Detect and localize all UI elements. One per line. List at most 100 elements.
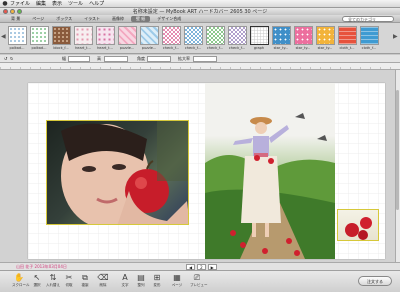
height-label: 高	[97, 56, 101, 61]
tool-label: 整列	[137, 283, 145, 287]
tab-image-frame[interactable]: 画像枠	[107, 16, 129, 22]
apple-icon[interactable]: ●	[0, 0, 10, 7]
property-toolbar: ↺ ↻ 幅 高 角度 拡大率	[0, 55, 400, 63]
menu-item-help[interactable]: ヘルプ	[89, 0, 104, 7]
pattern-tile-label: check_f...	[228, 46, 246, 50]
tool-button[interactable]: ↖ 選択	[30, 273, 44, 288]
horizontal-ruler	[0, 63, 400, 70]
zoom-window-button[interactable]	[17, 9, 22, 14]
pattern-tile[interactable]	[206, 26, 225, 45]
tool-button[interactable]: ⌫ 削除	[96, 273, 110, 288]
pattern-tile-label: polkad...	[31, 46, 47, 50]
order-button[interactable]: 注文する	[358, 276, 392, 286]
tool-label: 切取	[65, 283, 73, 287]
pattern-tile[interactable]	[250, 26, 269, 45]
pattern-tile[interactable]	[228, 26, 247, 45]
tool-button[interactable]: ▦ ページ	[170, 273, 184, 288]
angle-field[interactable]	[147, 56, 171, 62]
tab-page[interactable]: ページ	[27, 16, 49, 22]
height-field[interactable]	[104, 56, 128, 62]
tool-button[interactable]: ⎚ プレビュー	[190, 273, 208, 288]
align-tool-icon: ▤	[137, 273, 145, 282]
pattern-tile-label: check_f...	[162, 46, 180, 50]
page-spread[interactable]	[28, 83, 385, 259]
rotate-right-icon[interactable]: ↻	[10, 56, 13, 62]
pattern-tile-label: puzzle...	[119, 46, 135, 50]
pattern-tile-label: heart_t...	[97, 46, 113, 50]
photo-apples-image	[345, 217, 372, 240]
width-field[interactable]	[68, 56, 90, 62]
category-filter-select[interactable]: 全てのカテゴリ	[342, 16, 394, 22]
pattern-tile[interactable]	[118, 26, 137, 45]
pattern-tile[interactable]	[52, 26, 71, 45]
pattern-tile[interactable]	[30, 26, 49, 45]
scale-field[interactable]	[193, 56, 217, 62]
tool-button[interactable]: ⇅ 入れ替え	[46, 273, 60, 288]
tool-button[interactable]: ▤ 整列	[134, 273, 148, 288]
pattern-tile[interactable]	[140, 26, 159, 45]
pattern-tile[interactable]	[96, 26, 115, 45]
close-window-button[interactable]	[3, 9, 8, 14]
tab-design-composite[interactable]: デザイン合成	[152, 16, 186, 22]
tool-label: 削除	[99, 283, 107, 287]
photo-girl-in-field[interactable]	[205, 83, 335, 259]
select-tool-icon: ↖	[33, 273, 41, 282]
pattern-tile[interactable]	[162, 26, 181, 45]
bottom-toolbar: ✋ スクロール ↖ 選択 ⇅ 入れ替え ✂ 切取 ⧉ 複製 ⌫ 削除 A 文字 ▤ 整列 ⊞ 変形 ▦ ページ ⎚ プレビ…	[0, 270, 400, 292]
menubar: ● ファイル 編集 表示 ツール ヘルプ	[0, 0, 400, 8]
photo-apples-thumbnail[interactable]	[337, 209, 379, 241]
pattern-tile[interactable]	[316, 26, 335, 45]
strip-right-arrow-icon[interactable]: ▶	[393, 33, 398, 40]
tool-button[interactable]: ✂ 切取	[62, 273, 76, 288]
tab-background[interactable]: 背 景	[6, 16, 25, 22]
text-tool-icon: A	[122, 273, 128, 282]
tool-label: 選択	[33, 283, 41, 287]
vertical-scrollbar[interactable]	[395, 70, 400, 262]
window-controls	[3, 9, 22, 14]
pattern-tile[interactable]	[184, 26, 203, 45]
tool-button[interactable]: ⊞ 変形	[150, 273, 164, 288]
pattern-tile[interactable]	[338, 26, 357, 45]
tab-box[interactable]: ボックス	[51, 16, 77, 22]
vertical-scroll-thumb[interactable]	[396, 90, 399, 210]
scale-label: 拡大率	[178, 56, 190, 61]
tool-button[interactable]: A 文字	[118, 273, 132, 288]
tool-label: 複製	[81, 283, 89, 287]
pattern-tile-label: star_ty...	[273, 46, 289, 50]
tool-button[interactable]: ✋ スクロール	[12, 273, 30, 288]
menu-item-tools[interactable]: ツール	[68, 0, 83, 7]
pattern-tile[interactable]	[360, 26, 379, 45]
rotate-left-icon[interactable]: ↺	[4, 56, 7, 62]
category-tabs: 背 景 ページ ボックス イラスト 画像枠 壁 紙 デザイン合成 全てのカテゴリ	[0, 15, 400, 23]
pattern-tile-label: puzzle...	[141, 46, 157, 50]
window-titlebar: 名称未設定 — MyBook ART ハードカバー 2605 30 ページ	[0, 8, 400, 15]
pattern-tile[interactable]	[8, 26, 27, 45]
tool-button[interactable]: ⧉ 複製	[78, 273, 92, 288]
pattern-tile[interactable]	[272, 26, 291, 45]
menu-item-edit[interactable]: 編集	[36, 0, 46, 7]
page-tool-icon: ▦	[173, 273, 181, 282]
strip-left-arrow-icon[interactable]: ◀	[1, 33, 6, 40]
menu-item-file[interactable]: ファイル	[10, 0, 30, 7]
photo-girl-in-field-image	[205, 113, 335, 259]
tool-label: プレビュー	[190, 283, 208, 287]
pattern-tile-label: cloth_f...	[361, 46, 377, 50]
pattern-tile-label: cloth_t...	[339, 46, 355, 50]
menu-item-view[interactable]: 表示	[52, 0, 62, 7]
tool-label: 変形	[153, 283, 161, 287]
photo-girl-with-apple-image	[61, 121, 188, 224]
pattern-tile-label: star_ty...	[317, 46, 333, 50]
pattern-tile-label: polkad...	[9, 46, 25, 50]
tab-wallpaper[interactable]: 壁 紙	[131, 15, 151, 22]
preview-tool-icon: ⎚	[193, 273, 201, 282]
pattern-tile-label: block_f...	[53, 46, 69, 50]
minimize-window-button[interactable]	[10, 9, 15, 14]
editor-canvas[interactable]	[0, 70, 400, 262]
tab-illustration[interactable]: イラスト	[79, 16, 105, 22]
status-bar: 山田 花子 2013年03月04日 ◀ 2 ▶	[0, 262, 400, 270]
tool-label: 文字	[121, 283, 129, 287]
pattern-tile[interactable]	[294, 26, 313, 45]
photo-girl-with-apple[interactable]	[46, 120, 189, 225]
pattern-tile[interactable]	[74, 26, 93, 45]
window-title: 名称未設定 — MyBook ART ハードカバー 2605 30 ページ	[132, 9, 268, 15]
